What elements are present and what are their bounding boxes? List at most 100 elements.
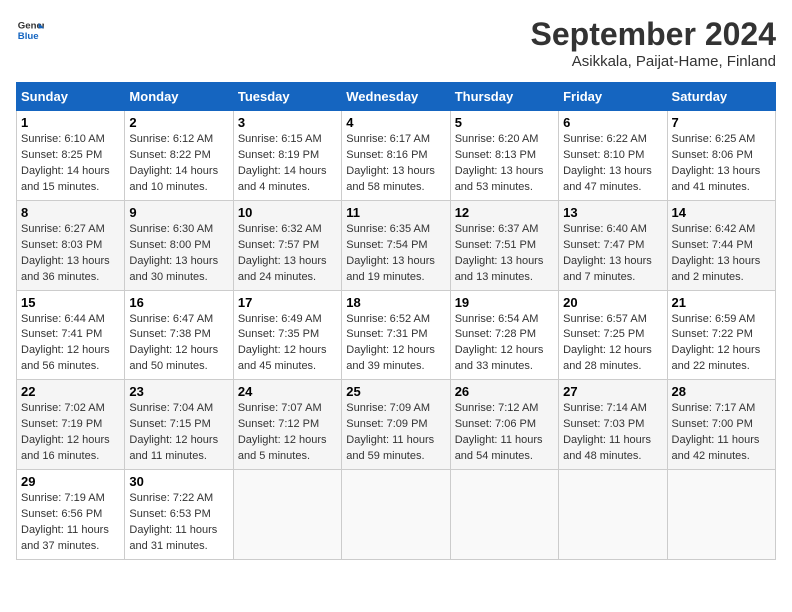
day-number: 23 xyxy=(129,384,228,399)
day-info: Sunrise: 7:22 AM Sunset: 6:53 PM Dayligh… xyxy=(129,491,228,555)
day-info: Sunrise: 7:07 AM Sunset: 7:12 PM Dayligh… xyxy=(238,401,337,465)
day-number: 20 xyxy=(563,295,662,310)
day-number: 7 xyxy=(672,115,771,130)
calendar-cell: 25 Sunrise: 7:09 AM Sunset: 7:09 PM Dayli… xyxy=(342,380,450,470)
calendar-week-row: 1 Sunrise: 6:10 AM Sunset: 8:25 PM Daylig… xyxy=(17,111,776,201)
day-number: 29 xyxy=(21,474,120,489)
calendar-cell: 29 Sunrise: 7:19 AM Sunset: 6:56 PM Dayli… xyxy=(17,470,125,560)
day-info: Sunrise: 6:32 AM Sunset: 7:57 PM Dayligh… xyxy=(238,222,337,286)
calendar-cell: 8Sunrise: 6:27 AM Sunset: 8:03 PM Daylig… xyxy=(17,200,125,290)
day-info: Sunrise: 7:14 AM Sunset: 7:03 PM Dayligh… xyxy=(563,401,662,465)
calendar-cell: 17Sunrise: 6:49 AM Sunset: 7:35 PM Dayli… xyxy=(233,290,341,380)
day-number: 26 xyxy=(455,384,554,399)
weekday-header-sunday: Sunday xyxy=(17,83,125,111)
day-number: 16 xyxy=(129,295,228,310)
calendar-cell: 11 Sunrise: 6:35 AM Sunset: 7:54 PM Dayli… xyxy=(342,200,450,290)
calendar-cell: 19Sunrise: 6:54 AM Sunset: 7:28 PM Dayli… xyxy=(450,290,558,380)
day-number: 12 xyxy=(455,205,554,220)
weekday-header-wednesday: Wednesday xyxy=(342,83,450,111)
day-info: Sunrise: 6:37 AM Sunset: 7:51 PM Dayligh… xyxy=(455,222,554,286)
day-info: Sunrise: 6:22 AM Sunset: 8:10 PM Dayligh… xyxy=(563,132,662,196)
day-number: 25 xyxy=(346,384,445,399)
calendar-cell: 14Sunrise: 6:42 AM Sunset: 7:44 PM Dayli… xyxy=(667,200,775,290)
calendar-cell: 30 Sunrise: 7:22 AM Sunset: 6:53 PM Dayli… xyxy=(125,470,233,560)
day-number: 11 xyxy=(346,205,445,220)
calendar-cell xyxy=(342,470,450,560)
day-number: 30 xyxy=(129,474,228,489)
calendar-table: SundayMondayTuesdayWednesdayThursdayFrid… xyxy=(16,82,776,560)
day-number: 4 xyxy=(346,115,445,130)
day-info: Sunrise: 6:17 AM Sunset: 8:16 PM Dayligh… xyxy=(346,132,445,196)
page-title: September 2024 xyxy=(531,16,776,53)
day-number: 2 xyxy=(129,115,228,130)
day-info: Sunrise: 6:10 AM Sunset: 8:25 PM Dayligh… xyxy=(21,132,120,196)
day-info: Sunrise: 6:47 AM Sunset: 7:38 PM Dayligh… xyxy=(129,312,228,376)
calendar-cell: 18 Sunrise: 6:52 AM Sunset: 7:31 PM Dayli… xyxy=(342,290,450,380)
calendar-cell: 12 Sunrise: 6:37 AM Sunset: 7:51 PM Dayli… xyxy=(450,200,558,290)
day-number: 21 xyxy=(672,295,771,310)
day-number: 15 xyxy=(21,295,120,310)
calendar-cell: 16 Sunrise: 6:47 AM Sunset: 7:38 PM Dayli… xyxy=(125,290,233,380)
calendar-cell: 20 Sunrise: 6:57 AM Sunset: 7:25 PM Dayli… xyxy=(559,290,667,380)
svg-text:Blue: Blue xyxy=(18,31,39,42)
day-number: 1 xyxy=(21,115,120,130)
calendar-cell: 5 Sunrise: 6:20 AM Sunset: 8:13 PM Daylig… xyxy=(450,111,558,201)
day-info: Sunrise: 6:35 AM Sunset: 7:54 PM Dayligh… xyxy=(346,222,445,286)
day-number: 9 xyxy=(129,205,228,220)
calendar-cell: 9 Sunrise: 6:30 AM Sunset: 8:00 PM Daylig… xyxy=(125,200,233,290)
calendar-cell: 10Sunrise: 6:32 AM Sunset: 7:57 PM Dayli… xyxy=(233,200,341,290)
calendar-cell: 7 Sunrise: 6:25 AM Sunset: 8:06 PM Daylig… xyxy=(667,111,775,201)
calendar-cell xyxy=(559,470,667,560)
day-info: Sunrise: 7:02 AM Sunset: 7:19 PM Dayligh… xyxy=(21,401,120,465)
day-number: 5 xyxy=(455,115,554,130)
day-number: 28 xyxy=(672,384,771,399)
day-info: Sunrise: 6:40 AM Sunset: 7:47 PM Dayligh… xyxy=(563,222,662,286)
day-info: Sunrise: 6:57 AM Sunset: 7:25 PM Dayligh… xyxy=(563,312,662,376)
calendar-week-row: 22Sunrise: 7:02 AM Sunset: 7:19 PM Dayli… xyxy=(17,380,776,470)
calendar-cell: 15 Sunrise: 6:44 AM Sunset: 7:41 PM Dayli… xyxy=(17,290,125,380)
day-number: 13 xyxy=(563,205,662,220)
day-info: Sunrise: 6:27 AM Sunset: 8:03 PM Dayligh… xyxy=(21,222,120,286)
calendar-week-row: 15 Sunrise: 6:44 AM Sunset: 7:41 PM Dayli… xyxy=(17,290,776,380)
weekday-header-tuesday: Tuesday xyxy=(233,83,341,111)
weekday-header-monday: Monday xyxy=(125,83,233,111)
calendar-week-row: 8Sunrise: 6:27 AM Sunset: 8:03 PM Daylig… xyxy=(17,200,776,290)
calendar-cell: 1 Sunrise: 6:10 AM Sunset: 8:25 PM Daylig… xyxy=(17,111,125,201)
day-info: Sunrise: 6:20 AM Sunset: 8:13 PM Dayligh… xyxy=(455,132,554,196)
calendar-cell xyxy=(233,470,341,560)
weekday-header-thursday: Thursday xyxy=(450,83,558,111)
day-info: Sunrise: 7:19 AM Sunset: 6:56 PM Dayligh… xyxy=(21,491,120,555)
calendar-cell: 21Sunrise: 6:59 AM Sunset: 7:22 PM Dayli… xyxy=(667,290,775,380)
calendar-cell: 13 Sunrise: 6:40 AM Sunset: 7:47 PM Dayli… xyxy=(559,200,667,290)
day-info: Sunrise: 7:12 AM Sunset: 7:06 PM Dayligh… xyxy=(455,401,554,465)
day-info: Sunrise: 7:09 AM Sunset: 7:09 PM Dayligh… xyxy=(346,401,445,465)
calendar-cell: 26 Sunrise: 7:12 AM Sunset: 7:06 PM Dayli… xyxy=(450,380,558,470)
day-info: Sunrise: 6:12 AM Sunset: 8:22 PM Dayligh… xyxy=(129,132,228,196)
day-info: Sunrise: 7:04 AM Sunset: 7:15 PM Dayligh… xyxy=(129,401,228,465)
weekday-header-row: SundayMondayTuesdayWednesdayThursdayFrid… xyxy=(17,83,776,111)
logo-icon: General Blue xyxy=(16,16,44,44)
day-info: Sunrise: 6:15 AM Sunset: 8:19 PM Dayligh… xyxy=(238,132,337,196)
day-number: 27 xyxy=(563,384,662,399)
calendar-cell: 6Sunrise: 6:22 AM Sunset: 8:10 PM Daylig… xyxy=(559,111,667,201)
weekday-header-friday: Friday xyxy=(559,83,667,111)
day-info: Sunrise: 6:44 AM Sunset: 7:41 PM Dayligh… xyxy=(21,312,120,376)
day-info: Sunrise: 6:30 AM Sunset: 8:00 PM Dayligh… xyxy=(129,222,228,286)
day-info: Sunrise: 7:17 AM Sunset: 7:00 PM Dayligh… xyxy=(672,401,771,465)
day-info: Sunrise: 6:25 AM Sunset: 8:06 PM Dayligh… xyxy=(672,132,771,196)
calendar-week-row: 29 Sunrise: 7:19 AM Sunset: 6:56 PM Dayli… xyxy=(17,470,776,560)
logo: General Blue xyxy=(16,16,44,44)
calendar-cell xyxy=(450,470,558,560)
calendar-cell: 22Sunrise: 7:02 AM Sunset: 7:19 PM Dayli… xyxy=(17,380,125,470)
calendar-cell: 3 Sunrise: 6:15 AM Sunset: 8:19 PM Daylig… xyxy=(233,111,341,201)
day-number: 3 xyxy=(238,115,337,130)
calendar-cell: 23 Sunrise: 7:04 AM Sunset: 7:15 PM Dayli… xyxy=(125,380,233,470)
calendar-cell: 2 Sunrise: 6:12 AM Sunset: 8:22 PM Daylig… xyxy=(125,111,233,201)
day-info: Sunrise: 6:52 AM Sunset: 7:31 PM Dayligh… xyxy=(346,312,445,376)
title-area: September 2024 Asikkala, Paijat-Hame, Fi… xyxy=(531,16,776,70)
header: General Blue September 2024 Asikkala, Pa… xyxy=(16,16,776,70)
day-number: 18 xyxy=(346,295,445,310)
day-number: 17 xyxy=(238,295,337,310)
day-number: 24 xyxy=(238,384,337,399)
calendar-cell xyxy=(667,470,775,560)
